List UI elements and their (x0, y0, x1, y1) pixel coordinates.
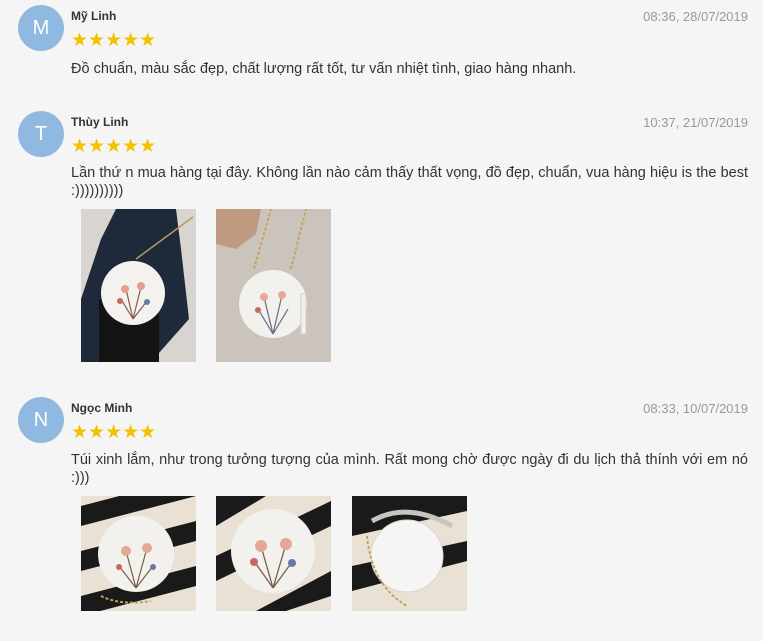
avatar: M (18, 5, 64, 51)
bag-closeup-photo[interactable] (216, 496, 331, 611)
avatar-initial: T (34, 122, 48, 145)
star-rating: ★★★★★ (71, 136, 157, 157)
review-date: 10:37, 21/07/2019 (643, 115, 748, 130)
avatar-initial: N (33, 408, 49, 431)
bag-worn-photo[interactable] (81, 209, 196, 362)
bag-hanging-photo[interactable] (216, 209, 331, 362)
reviewer-name: Ngọc Minh (71, 401, 133, 415)
star-rating: ★★★★★ (71, 422, 157, 443)
review-text: Lần thứ n mua hàng tại đây. Không lần nà… (71, 165, 748, 199)
review-date: 08:33, 10/07/2019 (643, 401, 748, 416)
avatar: T (18, 111, 64, 157)
review-text: Đồ chuẩn, màu sắc đẹp, chất lượng rất tố… (71, 61, 577, 77)
bag-back-photo[interactable] (352, 496, 467, 611)
reviewer-name: Thùy Linh (71, 115, 129, 129)
avatar-initial: M (32, 16, 50, 39)
avatar: N (18, 397, 64, 443)
star-rating: ★★★★★ (71, 30, 157, 51)
review-text: Túi xinh lắm, như trong tưởng tượng của … (71, 452, 748, 486)
reviewer-name: Mỹ Linh (71, 9, 117, 23)
bag-front-photo[interactable] (81, 496, 196, 611)
review-date: 08:36, 28/07/2019 (643, 9, 748, 24)
